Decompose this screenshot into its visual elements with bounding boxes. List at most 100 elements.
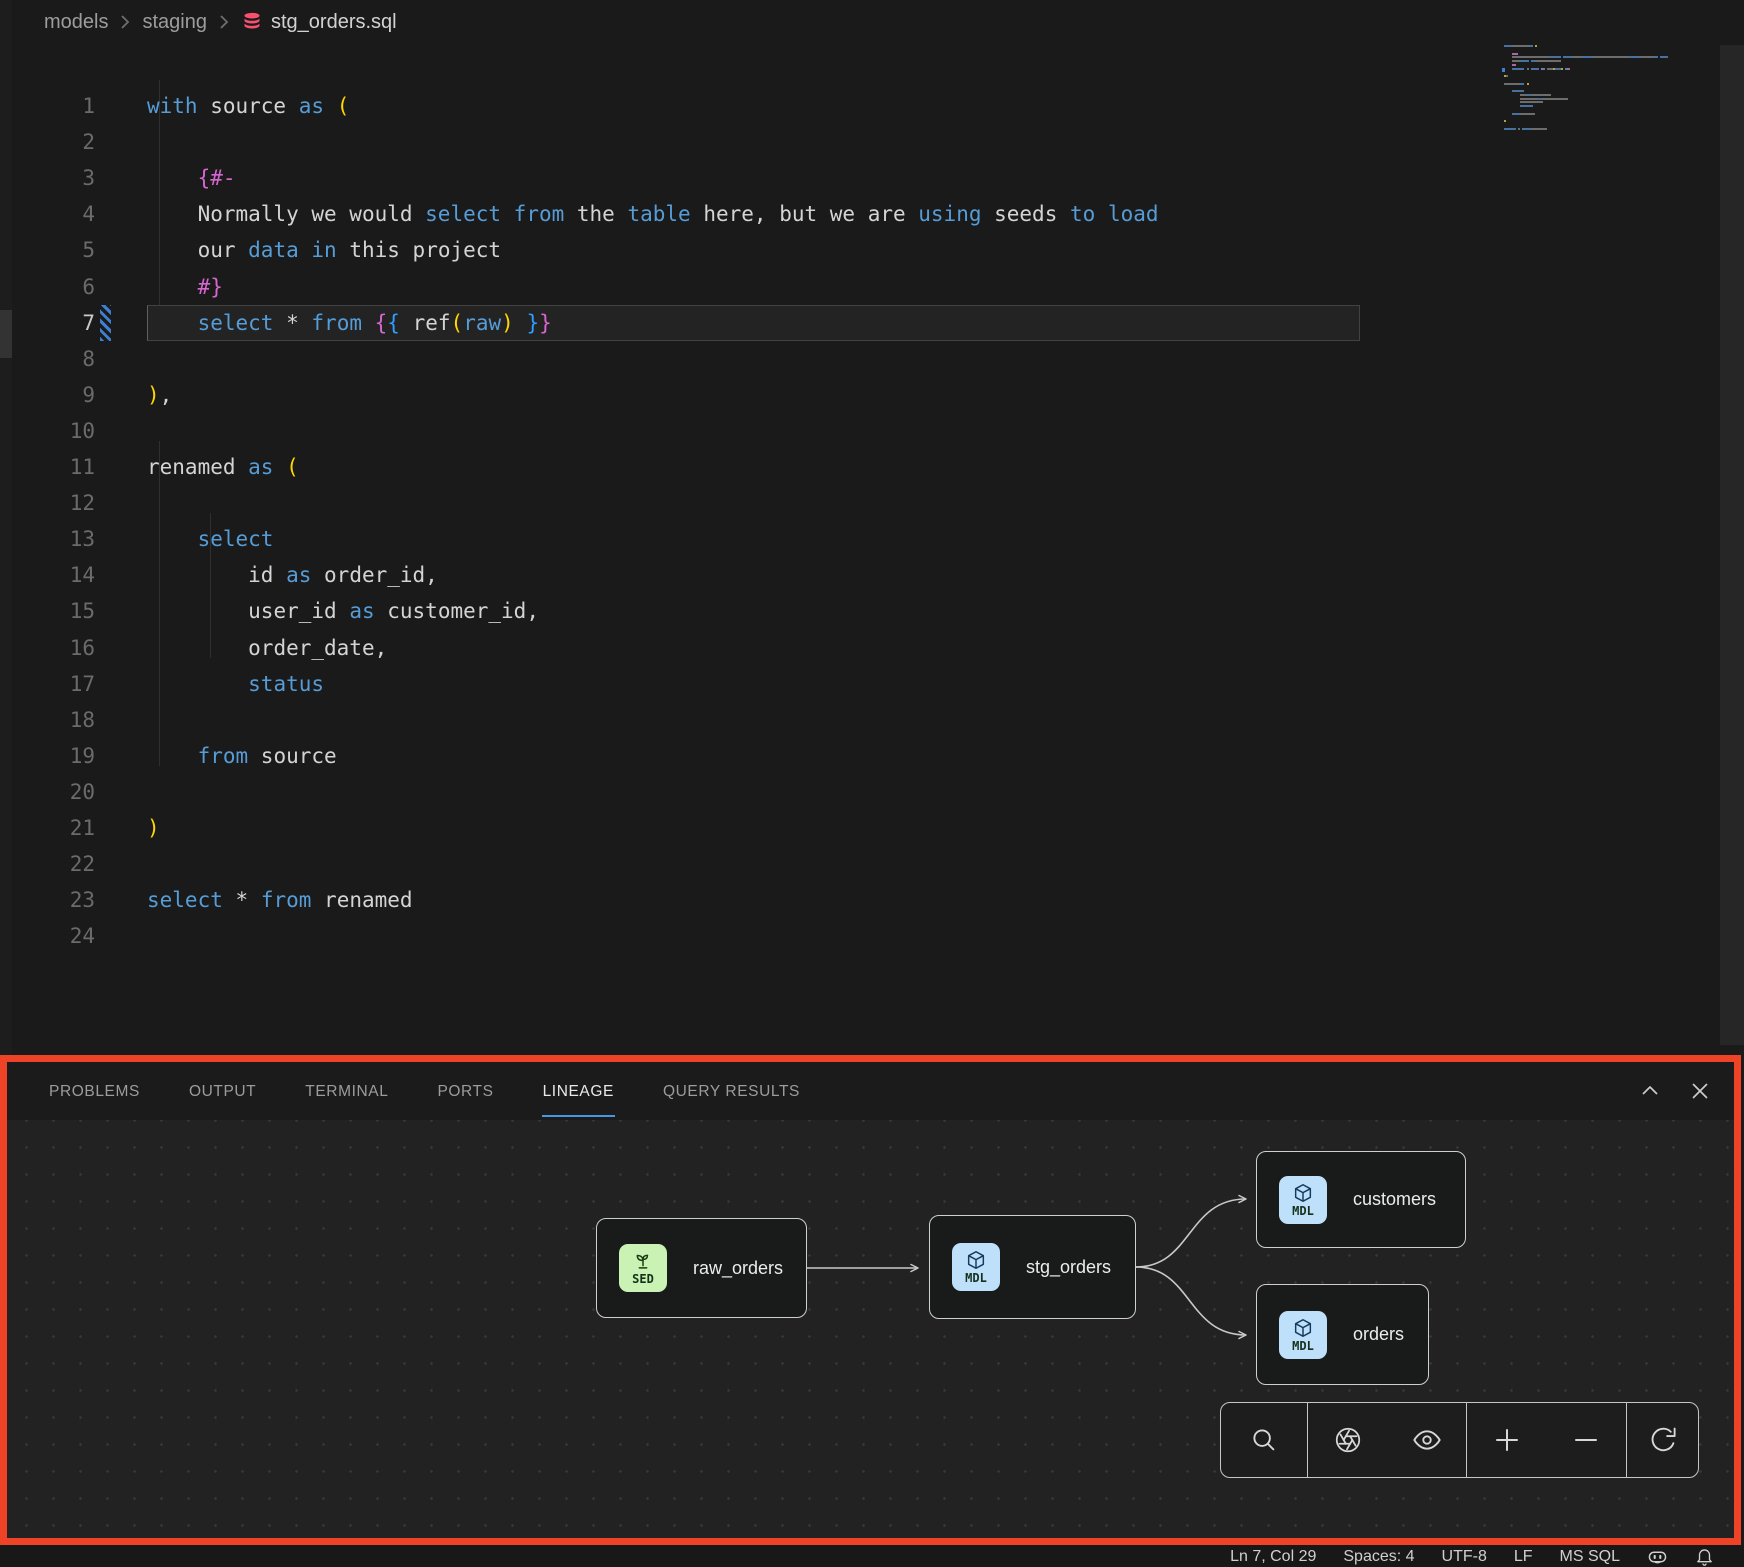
line-number: 6 <box>40 269 95 305</box>
panel-tab-lineage[interactable]: LINEAGE <box>542 1065 615 1117</box>
minimap-line <box>1504 120 1506 122</box>
zoom-out-button[interactable] <box>1569 1423 1603 1457</box>
status-indentation-setting[interactable]: Spaces: 4 <box>1343 1548 1414 1566</box>
status-end-of-line[interactable]: LF <box>1514 1548 1533 1566</box>
code-line[interactable]: 19 from source <box>12 738 1712 774</box>
badge-label: MDL <box>1292 1339 1314 1353</box>
line-number: 10 <box>40 413 95 449</box>
line-number: 2 <box>40 124 95 160</box>
activity-strip <box>0 0 12 1055</box>
code-line[interactable]: 17 status <box>12 666 1712 702</box>
status-encoding[interactable]: UTF-8 <box>1442 1548 1487 1566</box>
lineage-node-stg_orders[interactable]: MDLstg_orders <box>929 1215 1136 1319</box>
code-text: order_date, <box>147 630 387 666</box>
search-button[interactable] <box>1247 1423 1281 1457</box>
breadcrumb-item[interactable]: models <box>44 11 108 34</box>
line-number: 12 <box>40 485 95 521</box>
panel-tab-output[interactable]: OUTPUT <box>188 1065 257 1117</box>
dbt-sql-file-icon <box>241 11 263 33</box>
code-line[interactable]: 14 id as order_id, <box>12 557 1712 593</box>
code-line[interactable]: 10 <box>12 413 1712 449</box>
panel-close-button[interactable] <box>1688 1079 1712 1103</box>
line-number: 14 <box>40 557 95 593</box>
activity-strip-indicator <box>0 310 12 358</box>
refresh-button[interactable] <box>1646 1423 1680 1457</box>
minimap-line <box>1504 94 1551 96</box>
minimap-modified-marker <box>1502 68 1505 72</box>
code-text: {#- <box>147 160 236 196</box>
line-number: 7 <box>40 305 95 341</box>
code-line[interactable]: 11renamed as ( <box>12 449 1712 485</box>
line-number: 24 <box>40 918 95 954</box>
code-text: our data in this project <box>147 232 501 268</box>
node-label: raw_orders <box>693 1258 783 1279</box>
breadcrumb-item[interactable]: staging <box>142 11 207 34</box>
code-text: ), <box>147 377 172 413</box>
seed-badge-icon: SED <box>619 1244 667 1292</box>
code-line[interactable]: 6 #} <box>12 269 1712 305</box>
code-line[interactable]: 2 <box>12 124 1712 160</box>
visibility-button[interactable] <box>1410 1423 1444 1457</box>
code-line[interactable]: 24 <box>12 918 1712 954</box>
toolbar-group <box>1466 1403 1626 1477</box>
code-line[interactable]: 21) <box>12 810 1712 846</box>
copilot-icon[interactable] <box>1647 1547 1668 1567</box>
code-text: from source <box>147 738 337 774</box>
lineage-canvas[interactable]: SEDraw_ordersMDLstg_ordersMDLcustomersMD… <box>7 1120 1734 1538</box>
code-line[interactable]: 9), <box>12 377 1712 413</box>
status-language-mode[interactable]: MS SQL <box>1560 1548 1620 1566</box>
code-line[interactable]: 23select * from renamed <box>12 882 1712 918</box>
lineage-node-raw_orders[interactable]: SED raw_orders <box>596 1218 807 1318</box>
line-number: 22 <box>40 846 95 882</box>
code-line[interactable]: 13 select <box>12 521 1712 557</box>
lineage-node-customers[interactable]: MDLcustomers <box>1256 1151 1466 1248</box>
editor-scrollbar[interactable] <box>1720 45 1744 1045</box>
code-line[interactable]: 4 Normally we would select from the tabl… <box>12 196 1712 232</box>
code-line[interactable]: 12 <box>12 485 1712 521</box>
line-number: 15 <box>40 593 95 629</box>
zoom-in-button[interactable] <box>1490 1423 1524 1457</box>
code-line[interactable]: 16 order_date, <box>12 630 1712 666</box>
bell-icon[interactable] <box>1695 1547 1714 1567</box>
code-line[interactable]: 5 our data in this project <box>12 232 1712 268</box>
code-line[interactable]: 22 <box>12 846 1712 882</box>
node-label: orders <box>1353 1324 1404 1345</box>
line-number: 3 <box>40 160 95 196</box>
minimap-line <box>1504 98 1568 100</box>
lineage-node-orders[interactable]: MDL orders <box>1256 1284 1429 1385</box>
code-line[interactable]: 18 <box>12 702 1712 738</box>
code-line[interactable]: 8 <box>12 341 1712 377</box>
code-line[interactable]: 15 user_id as customer_id, <box>12 593 1712 629</box>
code-line[interactable]: 1 with source as ( <box>12 88 1712 124</box>
code-line[interactable]: 7 select * from {{ ref(raw) }} <box>12 305 1712 341</box>
minimap-line <box>1504 128 1547 130</box>
panel-collapse-button[interactable] <box>1638 1079 1662 1103</box>
line-number: 1 <box>40 88 95 124</box>
badge-label: MDL <box>965 1271 987 1285</box>
panel-tab-terminal[interactable]: TERMINAL <box>304 1065 389 1117</box>
code-line[interactable]: 20 <box>12 774 1712 810</box>
model-badge-icon: MDL <box>1279 1176 1327 1224</box>
panel-tab-ports[interactable]: PORTS <box>436 1065 494 1117</box>
panel-tab-query-results[interactable]: QUERY RESULTS <box>662 1065 801 1117</box>
code-text: select * from renamed <box>147 882 413 918</box>
minimap-line <box>1504 53 1518 55</box>
line-number: 9 <box>40 377 95 413</box>
code-text: select <box>147 521 273 557</box>
minimap[interactable] <box>1504 45 1684 145</box>
code-editor[interactable]: 1 with source as ( 23 {#-4 Normally we wou… <box>12 44 1712 1054</box>
aperture-button[interactable] <box>1331 1423 1365 1457</box>
model-badge-icon: MDL <box>1279 1311 1327 1359</box>
minimap-line <box>1504 105 1533 107</box>
code-text: ) <box>147 810 160 846</box>
code-text: renamed as ( <box>147 449 299 485</box>
code-text: with source as ( <box>147 88 349 124</box>
status-cursor-position[interactable]: Ln 7, Col 29 <box>1230 1548 1316 1566</box>
breadcrumb-file[interactable]: stg_orders.sql <box>241 11 397 34</box>
line-number: 21 <box>40 810 95 846</box>
badge-label: SED <box>632 1272 654 1286</box>
panel-tab-problems[interactable]: PROBLEMS <box>48 1065 141 1117</box>
code-line[interactable]: 3 {#- <box>12 160 1712 196</box>
line-number: 20 <box>40 774 95 810</box>
chevron-right-icon <box>217 12 231 32</box>
